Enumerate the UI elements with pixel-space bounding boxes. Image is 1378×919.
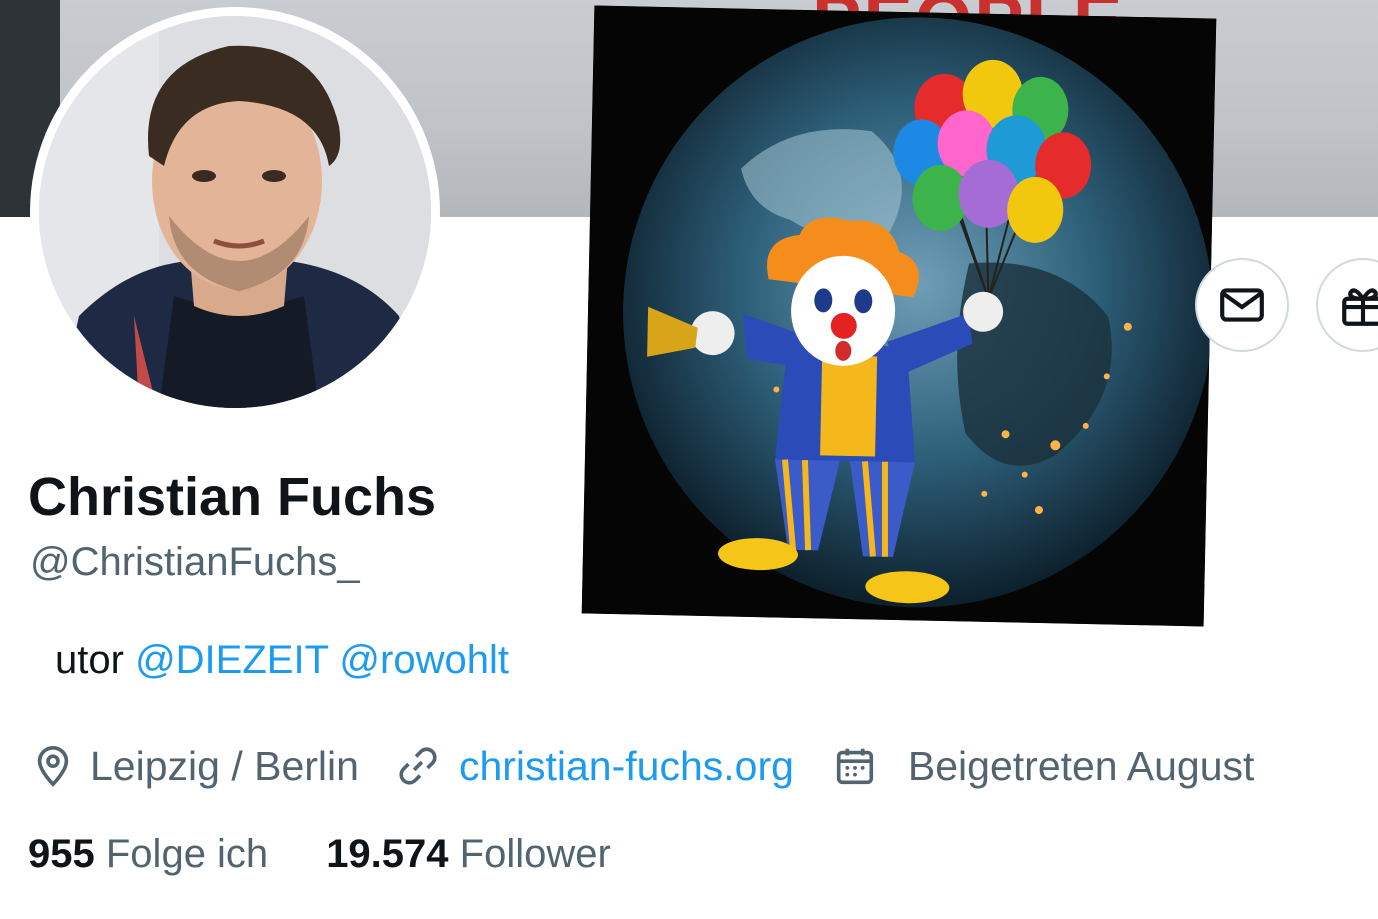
mail-icon	[1220, 288, 1264, 322]
followers-link[interactable]: 19.574 Follower	[326, 832, 611, 877]
gift-icon	[1342, 288, 1378, 326]
profile-bio: utor @DIEZEIT @rowohlt	[55, 638, 509, 683]
bio-text: utor	[55, 638, 124, 682]
following-label: Folge ich	[105, 832, 269, 876]
profile-page: PEOPLE	[0, 0, 1378, 919]
bio-mention-diezeit[interactable]: @DIEZEIT	[135, 638, 328, 682]
user-handle: @ChristianFuchs_	[30, 540, 360, 584]
display-name: Christian Fuchs	[28, 467, 437, 527]
joined-date: Beigetreten August	[832, 743, 1254, 790]
website-link[interactable]: christian-fuchs.org	[459, 743, 794, 790]
following-count: 955	[28, 832, 95, 876]
avatar-photo	[39, 16, 431, 408]
profile-meta: Leipzig / Berlin christian-fuchs.org Bei…	[30, 738, 1254, 794]
message-button[interactable]	[1195, 258, 1289, 352]
followers-label: Follower	[459, 832, 611, 876]
website[interactable]: christian-fuchs.org	[395, 743, 794, 790]
overlay-clown-image	[581, 5, 1217, 627]
bio-mention-rowohlt[interactable]: @rowohlt	[339, 638, 509, 682]
location-text: Leipzig / Berlin	[90, 742, 359, 789]
following-link[interactable]: 955 Folge ich	[28, 832, 268, 877]
follow-stats: 955 Folge ich 19.574 Follower	[28, 832, 611, 877]
gift-button[interactable]	[1316, 258, 1378, 352]
joined-text: Beigetreten August	[907, 742, 1255, 789]
calendar-icon	[836, 748, 874, 785]
followers-count: 19.574	[326, 832, 449, 876]
profile-avatar[interactable]	[30, 7, 440, 417]
link-icon	[399, 747, 437, 785]
location-pin-icon	[37, 745, 69, 787]
location: Leipzig / Berlin	[30, 743, 359, 790]
